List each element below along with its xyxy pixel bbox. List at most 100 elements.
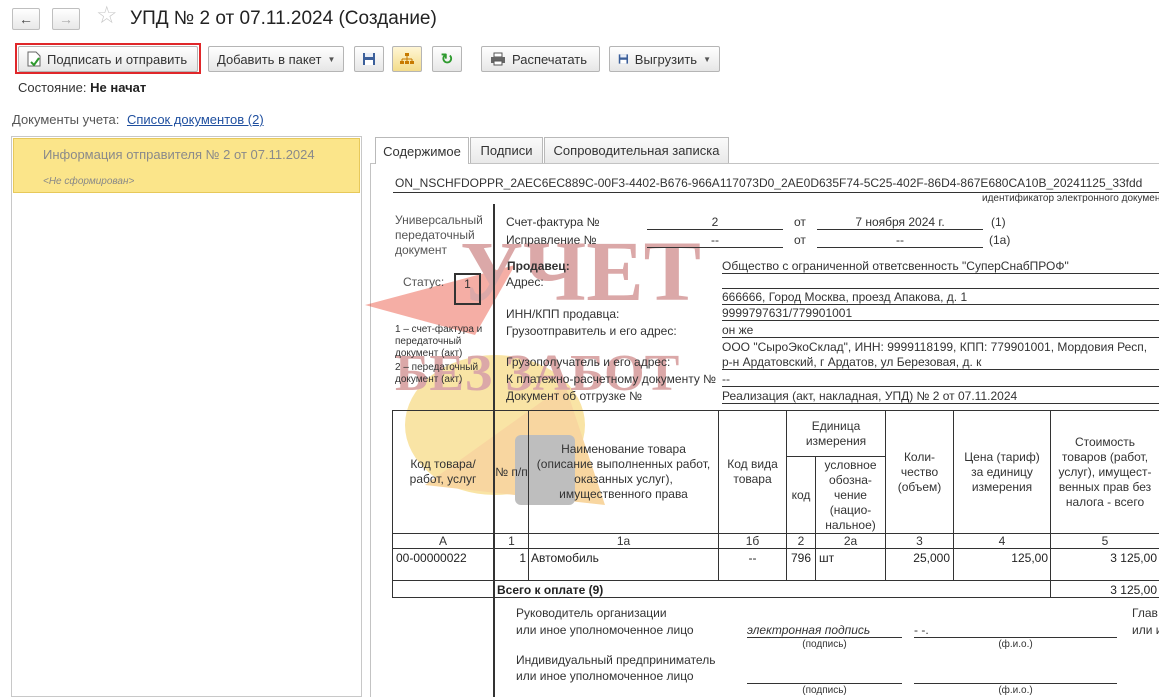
- file-id-caption: идентификатор электронного документа: [982, 193, 1159, 204]
- row-unit-name: шт: [819, 551, 835, 565]
- favorite-star-icon[interactable]: ☆: [96, 4, 118, 28]
- header-product-kind: Код вида товара: [727, 457, 778, 486]
- address-blank-line: [722, 288, 1159, 289]
- status-note-5: документ (акт): [395, 374, 463, 385]
- header-unit-name: условное обозна-чение (нацио-нальное): [824, 457, 877, 532]
- address-label: Адрес:: [506, 275, 544, 289]
- entrepreneur-label-2: или иное уполномоченное лицо: [516, 669, 694, 683]
- list-item-title: Информация отправителя № 2 от 07.11.2024: [43, 147, 315, 162]
- shipper-label: Грузоотправитель и его адрес:: [506, 324, 677, 338]
- head-fio-value: - -.: [914, 623, 1117, 638]
- row-product-name: Автомобиль: [531, 551, 599, 565]
- consignee-value-1: ООО "СыроЭкоСклад", ИНН: 9999118199, КПП…: [722, 340, 1148, 354]
- structure-button[interactable]: [392, 46, 422, 72]
- invoice-number: 2: [647, 215, 783, 230]
- list-item-sender-info[interactable]: Информация отправителя № 2 от 07.11.2024…: [13, 138, 360, 193]
- header-price: Цена (тариф) за единицу измерения: [964, 449, 1040, 494]
- tab-content[interactable]: Содержимое: [375, 137, 469, 164]
- col-code-2: 2: [797, 533, 805, 548]
- correction-ot: от: [794, 233, 806, 247]
- caret-down-icon: ▼: [327, 54, 336, 64]
- hierarchy-icon: [400, 53, 414, 64]
- row-product-kind: --: [748, 551, 757, 565]
- status-label: Состояние:: [18, 80, 87, 95]
- invoice-date: 7 ноября 2024 г.: [817, 215, 983, 230]
- col-code-2a: 2а: [843, 533, 858, 548]
- status-note-2: передаточный: [395, 336, 462, 347]
- sign-and-send-button[interactable]: Подписать и отправить: [18, 46, 198, 72]
- correction-label: Исправление №: [506, 233, 597, 247]
- ip-sign-line: [747, 683, 902, 684]
- export-button[interactable]: Выгрузить ▼: [609, 46, 720, 72]
- col-code-1b: 1б: [745, 533, 760, 548]
- header-row-number: № п/п: [495, 464, 528, 479]
- chief-accountant-label-1: Глав: [1132, 606, 1158, 620]
- floppy-disk-icon: [363, 53, 375, 65]
- doc-status-label: Статус:: [403, 275, 445, 289]
- sign-and-send-label: Подписать и отправить: [47, 51, 188, 67]
- tab-signatures[interactable]: Подписи: [470, 137, 543, 163]
- window-title: УПД № 2 от 07.11.2024 (Создание): [130, 8, 437, 29]
- row-unit-code: 796: [790, 551, 812, 565]
- chief-accountant-label-2: или и: [1132, 623, 1159, 637]
- header-product-name: Наименование товара (описание выполненны…: [536, 442, 711, 501]
- documents-tree[interactable]: Информация отправителя № 2 от 07.11.2024…: [11, 136, 362, 697]
- correction-line-code: (1а): [989, 233, 1011, 247]
- print-label: Распечатать: [512, 51, 588, 67]
- refresh-button[interactable]: ↻: [432, 46, 462, 72]
- save-button[interactable]: [354, 46, 384, 72]
- electronic-signature-value: электронная подпись: [747, 623, 902, 638]
- consignee-label: Грузополучатель и его адрес:: [506, 355, 671, 369]
- row-product-code: 00-00000022: [396, 551, 467, 565]
- col-code-4: 4: [998, 533, 1006, 548]
- status-note-1: 1 – счет-фактура и: [395, 324, 483, 335]
- tab-cover-note[interactable]: Сопроводительная записка: [544, 137, 729, 163]
- header-product-code: Код товара/ работ, услуг: [409, 457, 477, 486]
- print-button[interactable]: Распечатать: [481, 46, 600, 72]
- file-identifier: ON_NSCHFDOPPR_2AEC6EC889C-00F3-4402-B676…: [395, 176, 1143, 190]
- list-item-status: <Не сформирован>: [43, 176, 135, 187]
- total-label: Всего к оплате (9): [497, 583, 604, 597]
- col-code-A: А: [438, 533, 447, 548]
- printer-icon: [491, 52, 505, 66]
- invoice-ot: от: [794, 215, 806, 229]
- inn-value: 9999797631/779901001: [722, 306, 1159, 321]
- payment-doc-value: --: [722, 372, 1159, 387]
- entrepreneur-label-1: Индивидуальный предприниматель: [516, 653, 716, 667]
- col-code-1: 1: [508, 533, 515, 548]
- consignee-value-2: р-н Ардатовский, г Ардатов, ул Березовая…: [722, 355, 1159, 370]
- head-signer-label-1: Руководитель организации: [516, 606, 667, 620]
- row-price: 125,00: [1011, 551, 1048, 565]
- add-to-package-button[interactable]: Добавить в пакет ▼: [208, 46, 344, 72]
- ip-sign-caption: (подпись): [802, 685, 847, 696]
- add-to-package-label: Добавить в пакет: [217, 51, 322, 67]
- address-value: 666666, Город Москва, проезд Апакова, д.…: [722, 290, 1159, 305]
- forward-button[interactable]: →: [52, 8, 80, 30]
- row-number: 1: [519, 551, 526, 565]
- head-fio-caption: (ф.и.о.): [998, 639, 1033, 650]
- export-label: Выгрузить: [634, 51, 698, 67]
- correction-number: --: [647, 233, 783, 248]
- col-code-5: 5: [1101, 533, 1109, 548]
- shipper-value: он же: [722, 323, 1159, 338]
- col-code-1a: 1а: [616, 533, 631, 548]
- status-value: Не начат: [90, 80, 147, 95]
- caret-down-icon: ▼: [703, 54, 711, 64]
- seller-value: Общество с ограниченной ответсвенность "…: [722, 259, 1159, 274]
- status-note-3: документ (акт): [395, 348, 463, 359]
- inn-label: ИНН/КПП продавца:: [506, 307, 620, 321]
- upd-label-2: передаточный: [395, 228, 475, 242]
- documents-list-link[interactable]: Список документов (2): [127, 112, 264, 127]
- row-quantity: 25,000: [913, 551, 950, 565]
- upd-label-1: Универсальный: [395, 213, 483, 227]
- back-button[interactable]: ←: [12, 8, 40, 30]
- document-sign-icon: [27, 51, 41, 67]
- status-note-4: 2 – передаточный: [395, 362, 479, 373]
- arrow-left-icon: ←: [19, 11, 33, 27]
- header-cost: Стоимость товаров (работ, услуг), имущес…: [1058, 434, 1152, 509]
- ip-fio-line: [914, 683, 1117, 684]
- refresh-icon: ↻: [440, 51, 454, 68]
- shipment-doc-value: Реализация (акт, накладная, УПД) № 2 от …: [722, 389, 1159, 404]
- head-sign-caption: (подпись): [802, 639, 847, 650]
- accounting-docs-line: Документы учета: Список документов (2): [12, 112, 264, 127]
